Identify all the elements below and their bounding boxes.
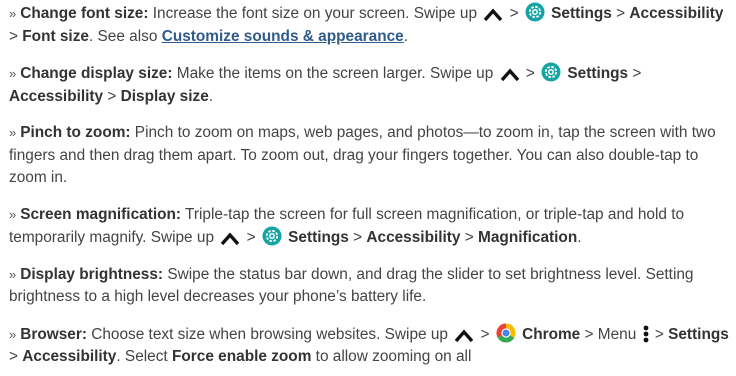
chrome-label: Chrome <box>522 325 581 343</box>
settings-label: Settings <box>567 65 629 82</box>
item-text: . See also <box>88 27 162 45</box>
item-text: > Menu <box>580 325 641 343</box>
list-item-display-brightness: » Display brightness: Swipe the status ba… <box>9 264 731 309</box>
item-title: Change display size: <box>20 65 173 82</box>
customize-sounds-link[interactable]: Customize sounds & appearance <box>162 28 404 45</box>
list-item-pinch-to-zoom: » Pinch to zoom: Pinch to zoom on maps, w… <box>9 122 731 190</box>
settings-label: Settings <box>551 5 612 22</box>
force-enable-zoom-label: Force enable zoom <box>171 348 312 365</box>
item-title: Display brightness: <box>20 265 164 283</box>
chevron-up-icon <box>454 328 474 343</box>
item-text: . <box>403 27 409 45</box>
bullet: » <box>9 206 17 222</box>
list-item-change-display-size: » Change display size: Make the items on … <box>9 62 731 108</box>
item-text: to allow zooming on all <box>311 348 472 365</box>
item-text: > <box>348 229 367 246</box>
item-text: > <box>505 5 523 22</box>
accessibility-label: Accessibility <box>9 87 104 105</box>
list-item-browser: » Browser: Choose text size when browsing… <box>9 323 731 369</box>
item-text: > <box>460 229 479 246</box>
gear-icon <box>525 2 545 22</box>
item-text: . <box>577 229 582 246</box>
item-text: Increase the font size on your screen. S… <box>148 5 482 22</box>
item-title: Change font size: <box>20 5 149 22</box>
item-text: > <box>628 65 642 82</box>
item-text: > <box>242 229 260 246</box>
item-text: > <box>9 348 23 365</box>
accessibility-label: Accessibility <box>22 348 117 365</box>
item-title: Screen magnification: <box>20 205 182 223</box>
settings-label: Settings <box>288 229 349 246</box>
vertical-dots-icon <box>643 325 649 343</box>
item-text: > <box>521 65 540 82</box>
item-title: Pinch to zoom: <box>20 124 131 141</box>
gear-icon <box>262 226 282 246</box>
chrome-icon <box>496 323 516 343</box>
chevron-up-icon <box>483 8 503 22</box>
bullet: » <box>9 6 17 21</box>
bullet: » <box>9 266 17 282</box>
list-item-screen-magnification: » Screen magnification: Triple-tap the sc… <box>9 204 731 250</box>
bullet: » <box>9 125 17 140</box>
accessibility-label: Accessibility <box>629 5 724 22</box>
magnification-label: Magnification <box>478 229 578 246</box>
gear-icon <box>541 62 561 82</box>
item-text: Choose text size when browsing websites.… <box>86 325 453 343</box>
list-item-change-font-size: » Change font size: Increase the font siz… <box>9 2 731 48</box>
chevron-up-icon <box>500 68 520 82</box>
item-text: . <box>208 87 214 105</box>
item-text: > <box>103 87 121 105</box>
bullet: » <box>9 326 17 342</box>
accessibility-label: Accessibility <box>366 229 461 246</box>
display-size-label: Display size <box>120 87 209 105</box>
bullet: » <box>9 66 17 81</box>
item-text: > <box>650 325 669 343</box>
item-text: > <box>9 27 23 45</box>
item-text: Make the items on the screen larger. Swi… <box>172 65 498 82</box>
settings-label: Settings <box>668 325 729 343</box>
item-text: > <box>611 5 630 22</box>
font-size-label: Font size <box>22 27 89 45</box>
item-text: . Select <box>116 348 172 365</box>
item-title: Browser: <box>20 325 87 343</box>
item-text: > <box>476 325 494 343</box>
document-body: » Change font size: Increase the font siz… <box>9 2 731 369</box>
chevron-up-icon <box>220 232 240 246</box>
